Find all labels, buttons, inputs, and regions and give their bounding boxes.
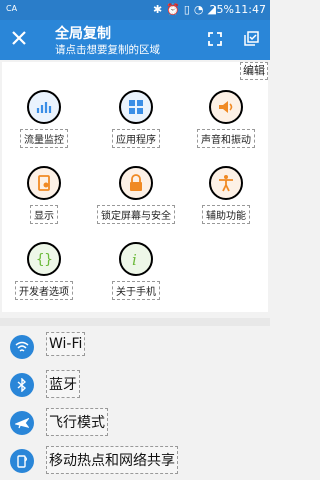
grid-item-label: 显示 [30,205,58,224]
grid-item-display[interactable]: 显示 [4,166,84,224]
grid-item-label: 开发者选项 [15,281,73,300]
display-icon [27,166,61,200]
apps-grid-icon [119,90,153,124]
quick-settings-list: Wi-Fi 蓝牙 飞行模式 移动热点和网络共享 [0,326,270,480]
grid-item-label: 关于手机 [112,281,160,300]
section-divider [0,318,270,326]
grid-item-label: 流量监控 [20,129,68,148]
wifi-icon [10,335,34,359]
grid-item-about[interactable]: i 关于手机 [96,242,176,300]
grid-item-accessibility[interactable]: 辅助功能 [186,166,266,224]
copy-check-icon[interactable] [244,31,259,46]
list-item-label: Wi-Fi [46,332,86,356]
page-subtitle: 请点击想要复制的区域 [55,44,160,56]
list-item-label: 移动热点和网络共享 [46,446,178,474]
close-icon[interactable] [10,29,28,47]
battery-percentage: 25% [209,3,234,16]
carrier-text: CA [6,4,18,13]
hotspot-icon [10,449,34,473]
list-item-airplane[interactable]: 飞行模式 [0,404,270,442]
bluetooth-status-icon: ✱ [152,3,163,16]
clock: 11:47 [234,3,266,16]
grid-item-lock-security[interactable]: 锁定屏幕与安全 [96,166,176,224]
expand-icon[interactable] [208,32,222,46]
grid-item-label: 应用程序 [112,129,160,148]
speaker-icon [209,90,243,124]
accessibility-icon [209,166,243,200]
info-icon: i [119,242,153,276]
svg-text:i: i [132,251,137,268]
grid-item-label: 锁定屏幕与安全 [97,205,175,224]
grid-item-developer[interactable]: {} 开发者选项 [4,242,84,300]
svg-text:{}: {} [36,252,53,268]
grid-item-apps[interactable]: 应用程序 [96,90,176,148]
bar-chart-icon [27,90,61,124]
grid-item-label: 辅助功能 [202,205,250,224]
list-item-wifi[interactable]: Wi-Fi [0,328,270,366]
braces-icon: {} [27,242,61,276]
lock-icon [119,166,153,200]
edit-button[interactable]: 编辑 [240,62,268,80]
page-title: 全局复制 [55,26,111,42]
list-item-bluetooth[interactable]: 蓝牙 [0,366,270,404]
settings-grid: 流量监控 应用程序 声音和振动 显示 锁定屏幕与安全 辅助功能 {} 开发者选项… [2,62,268,312]
vibrate-icon: ▯ [183,3,190,16]
grid-item-label: 声音和振动 [197,129,255,148]
alarm-icon: ⏰ [166,3,180,16]
bluetooth-icon [10,373,34,397]
list-item-label: 蓝牙 [46,370,80,398]
list-item-label: 飞行模式 [46,408,108,436]
wifi-status-icon: ◔ [193,3,204,16]
list-item-hotspot[interactable]: 移动热点和网络共享 [0,442,270,480]
airplane-icon [10,411,34,435]
app-bar: 全局复制 请点击想要复制的区域 [0,20,270,60]
status-bar: CA ✱ ⏰ ▯ ◔ ◢ 25% 11:47 [0,0,270,20]
status-icons: ✱ ⏰ ▯ ◔ ◢ [153,3,216,16]
grid-item-data-usage[interactable]: 流量监控 [4,90,84,148]
grid-item-sound[interactable]: 声音和振动 [186,90,266,148]
